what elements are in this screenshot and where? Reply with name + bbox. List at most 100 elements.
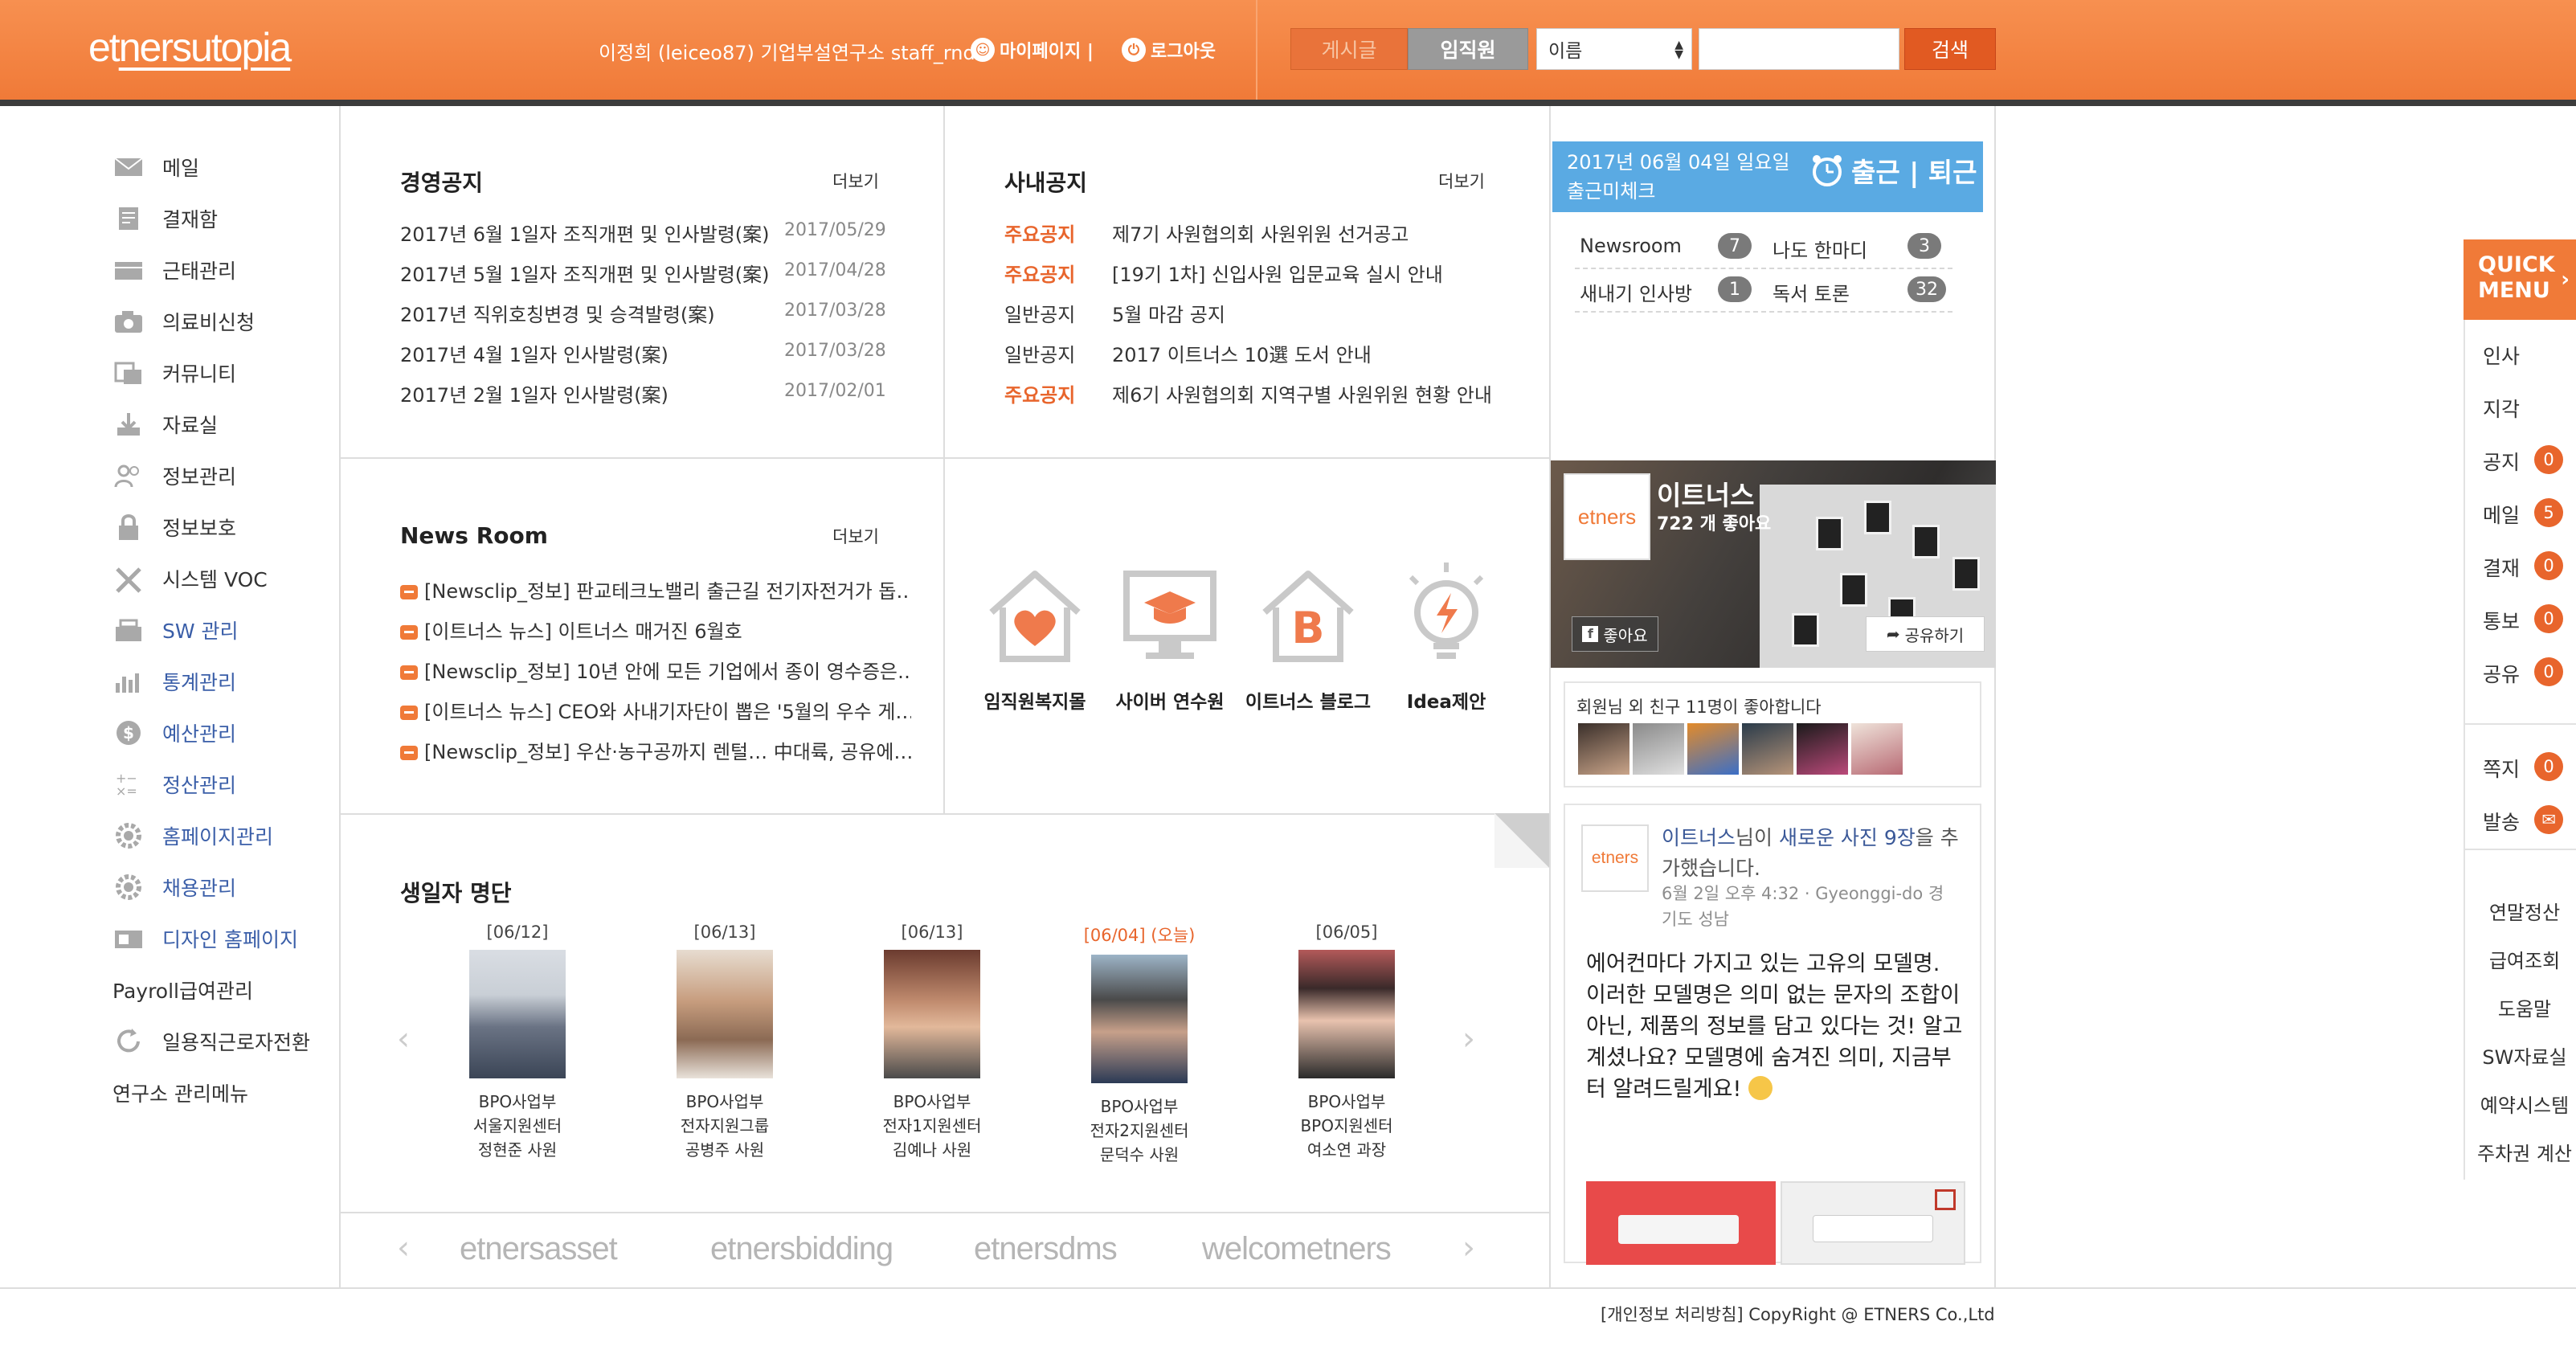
mgmt-notice-item[interactable]: 2017년 4월 1일자 인사발령(案) [400, 339, 778, 367]
quick-menu-item[interactable]: 메일 [2483, 500, 2520, 529]
search-tab-posts[interactable]: 게시글 [1290, 28, 1408, 70]
search-type-select[interactable]: 이름 ▲ ▼ [1536, 28, 1692, 70]
search-input[interactable] [1699, 28, 1899, 70]
news-item[interactable]: [이트너스 뉴스] 이트너스 매거진 6월호 [400, 616, 911, 644]
nav-item[interactable]: 자료실 [112, 399, 337, 450]
company-notice-more-link[interactable]: 더보기 [1438, 169, 1485, 193]
search-tab-staff[interactable]: 임직원 [1408, 28, 1528, 70]
nav-item[interactable]: 통계관리 [112, 656, 337, 707]
company-notice-item[interactable]: 5월 마감 공지 [1112, 299, 1530, 327]
quick-menu-item[interactable]: 통보 [2483, 606, 2520, 635]
facebook-post-avatar[interactable]: etners [1581, 824, 1649, 892]
post-photo-thumbnail[interactable] [1586, 1181, 1776, 1265]
quick-menu-item[interactable]: 발송 [2483, 807, 2520, 836]
quick-menu-item[interactable]: 공유 [2483, 659, 2520, 688]
idea-proposal-link[interactable]: Idea제안 [1382, 562, 1511, 714]
board-stat-label[interactable]: 새내기 인사방 [1580, 278, 1692, 306]
quick-menu-link[interactable]: SW자료실 [2473, 1041, 2576, 1070]
news-room-more-link[interactable]: 더보기 [832, 524, 879, 548]
nav-item[interactable]: $ 예산관리 [112, 707, 337, 759]
board-stat-label[interactable]: 나도 한마디 [1773, 235, 1867, 263]
nav-item[interactable]: 채용관리 [112, 861, 337, 913]
nav-item[interactable]: 커뮤니티 [112, 347, 337, 399]
systems-next-arrow[interactable]: › [1462, 1229, 1475, 1266]
nav-item[interactable]: SW 관리 [112, 604, 337, 656]
nav-item[interactable]: 근태관리 [112, 244, 337, 296]
quick-menu-link[interactable]: 급여조회 [2473, 945, 2576, 973]
birthday-prev-arrow[interactable]: ‹ [397, 1021, 410, 1058]
friend-avatar[interactable] [1633, 723, 1684, 775]
birthday-card[interactable]: [06/12] BPO사업부 서울지원센터 정현준 사원 [437, 922, 598, 1162]
clock-in-out-button[interactable]: 출근 | 퇴근 [1809, 151, 1977, 190]
birthday-next-arrow[interactable]: › [1462, 1021, 1475, 1058]
friend-avatar[interactable] [1742, 723, 1793, 775]
news-item[interactable]: [Newsclip_정보] 10년 안에 모든 기업에서 종이 영수증은… [400, 656, 911, 684]
mgmt-notice-more-link[interactable]: 더보기 [832, 169, 879, 193]
system-logo-etnersbidding[interactable]: etnersbidding [710, 1231, 893, 1267]
mgmt-notice-item[interactable]: 2017년 직위호칭변경 및 승격발령(案) [400, 299, 778, 327]
nav-item[interactable]: 정보관리 [112, 450, 337, 501]
nav-item[interactable]: 홈페이지관리 [112, 810, 337, 861]
quick-menu-header[interactable]: QUICK MENU › [2464, 239, 2576, 320]
quick-menu-item[interactable]: 쪽지 [2483, 754, 2520, 783]
etners-blog-link[interactable]: B 이트너스 블로그 [1237, 562, 1379, 714]
system-logo-welcometners[interactable]: welcometners [1202, 1231, 1392, 1267]
quick-menu-item[interactable]: 인사 [2483, 341, 2520, 370]
mgmt-notice-item[interactable]: 2017년 6월 1일자 조직개편 및 인사발령(案) [400, 219, 778, 247]
facebook-share-button[interactable]: ➦ 공유하기 [1866, 616, 1985, 652]
etners-utopia-logo[interactable]: etnersutopia [88, 24, 292, 71]
search-button[interactable]: 검색 [1904, 28, 1996, 70]
friend-avatar[interactable] [1687, 723, 1739, 775]
svg-text:$: $ [123, 723, 134, 742]
news-item[interactable]: [Newsclip_정보] 우산·농구공까지 렌털… 中대륙, 공유에… [400, 736, 911, 764]
friend-avatar[interactable] [1851, 723, 1903, 775]
systems-prev-arrow[interactable]: ‹ [397, 1229, 410, 1266]
birthday-card[interactable]: [06/13] BPO사업부 전자지원그룹 공병주 사원 [644, 922, 805, 1162]
news-item[interactable]: [이트너스 뉴스] CEO와 사내기자단이 뽑은 '5월의 우수 게… [400, 696, 911, 724]
nav-item[interactable]: 정보보호 [112, 501, 337, 553]
system-logo-etnersasset[interactable]: etnersasset [460, 1231, 618, 1267]
company-notice-item[interactable]: 제7기 사원협의회 사원위원 선거공고 [1112, 219, 1530, 247]
post-photo-thumbnail[interactable] [1781, 1181, 1965, 1265]
board-stat-label[interactable]: Newsroom [1580, 235, 1682, 257]
nav-item[interactable]: 시스템 VOC [112, 553, 337, 604]
mgmt-notice-item[interactable]: 2017년 5월 1일자 조직개편 및 인사발령(案) [400, 259, 778, 287]
nav-item[interactable]: 일용직근로자전환 [112, 1016, 337, 1067]
quick-menu-link[interactable]: 연말정산 [2473, 897, 2576, 925]
nav-item[interactable]: +− ×= 정산관리 [112, 759, 337, 810]
company-notice-item[interactable]: 2017 이트너스 10選 도서 안내 [1112, 339, 1530, 367]
quick-menu-link[interactable]: 도움말 [2473, 993, 2576, 1021]
quick-menu-item[interactable]: 공지 [2483, 447, 2520, 476]
nav-item[interactable]: 결재함 [112, 193, 337, 244]
friend-avatar[interactable] [1797, 723, 1848, 775]
board-stat-label[interactable]: 독서 토론 [1773, 278, 1850, 306]
nav-item-label: 채용관리 [162, 877, 237, 900]
quick-menu-item[interactable]: 결재 [2483, 553, 2520, 582]
nav-item[interactable]: Payroll급여관리 [112, 964, 337, 1016]
quick-menu-link[interactable]: 예약시스템 [2473, 1090, 2576, 1118]
post-author-link[interactable]: 이트너스 [1662, 826, 1736, 849]
cyber-academy-link[interactable]: 사이버 연수원 [1107, 562, 1233, 714]
nav-item[interactable]: 의료비신청 [112, 296, 337, 347]
birthday-card[interactable]: [06/04] (오늘) BPO사업부 전자2지원센터 문덕수 사원 [1059, 922, 1220, 1167]
welfare-mall-link[interactable]: 임직원복지몰 [971, 562, 1099, 714]
mgmt-notice-item[interactable]: 2017년 2월 1일자 인사발령(案) [400, 379, 778, 407]
news-item[interactable]: [Newsclip_정보] 판교테크노밸리 출근길 전기자전거가 돕… [400, 575, 911, 603]
nav-item[interactable]: 메일 [112, 141, 337, 193]
friend-avatar[interactable] [1578, 723, 1629, 775]
mypage-link[interactable]: ☺ 마이페이지 | [971, 37, 1094, 63]
birthday-card[interactable]: [06/13] BPO사업부 전자1지원센터 김예나 사원 [852, 922, 1012, 1162]
post-photos-link[interactable]: 새로운 사진 9장 [1779, 826, 1916, 849]
facebook-page-name[interactable]: 이트너스 [1657, 474, 1754, 513]
nav-item[interactable]: 연구소 관리메뉴 [112, 1067, 337, 1119]
nav-item[interactable]: 디자인 홈페이지 [112, 913, 337, 964]
quick-menu-item[interactable]: 지각 [2483, 394, 2520, 423]
birthday-card[interactable]: [06/05] BPO사업부 BPO지원센터 여소연 과장 [1266, 922, 1427, 1162]
logout-link[interactable]: ⏻ 로그아웃 [1122, 37, 1216, 63]
company-notice-item[interactable]: [19기 1차] 신입사원 입문교육 실시 안내 [1112, 259, 1530, 287]
quick-menu-link[interactable]: 주차권 계산 [2473, 1138, 2576, 1166]
facebook-page-logo[interactable]: etners [1564, 473, 1650, 560]
facebook-like-button[interactable]: f 좋아요 [1572, 616, 1658, 652]
company-notice-item[interactable]: 제6기 사원협의회 지역구별 사원위원 현황 안내 [1112, 379, 1530, 407]
system-logo-etnersdms[interactable]: etnersdms [974, 1231, 1118, 1267]
